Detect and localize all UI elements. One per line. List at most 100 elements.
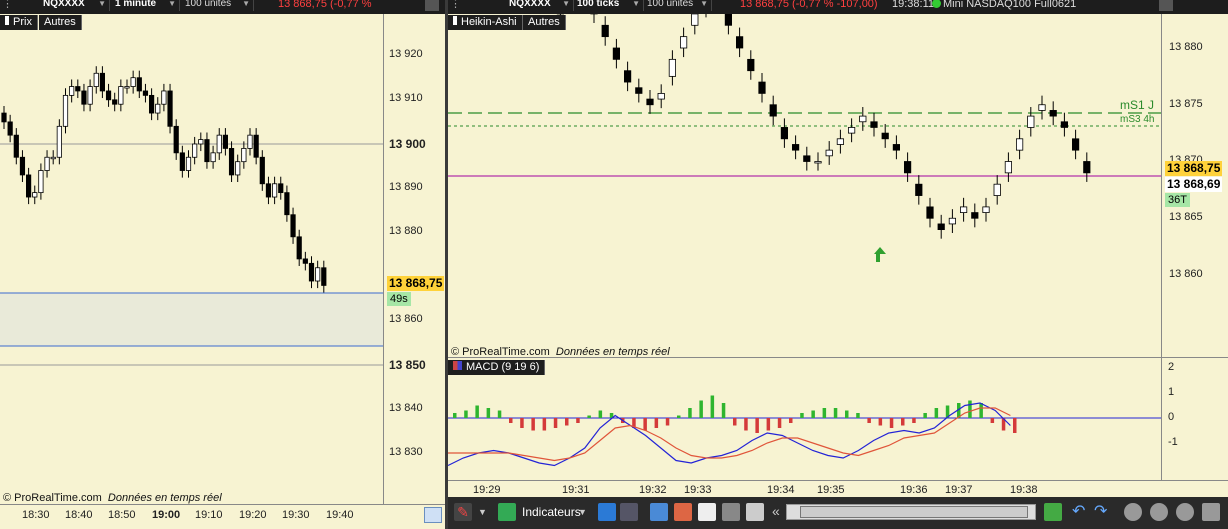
macd-histogram-bar [475,405,479,418]
last-price-tag: 13 868,75 [387,276,445,291]
redo-icon[interactable]: ↷ [1094,503,1112,521]
ha-candle-body [859,115,867,123]
candle-body [87,86,93,105]
chevron-down-icon[interactable]: ▼ [578,503,596,521]
ticks-dropdown[interactable]: 100 ticks ▼ [574,0,644,11]
symbol-dropdown[interactable]: NQXXXX ▼ [40,0,110,11]
window-menu-icon[interactable] [1159,0,1173,11]
macd-tick-label: -1 [1168,436,1178,448]
grid-icon[interactable] [746,503,764,521]
chevron-down-icon: ▼ [632,0,640,8]
realtime-label: Données en temps réel [107,492,222,504]
x-tick-label: 19:35 [817,484,845,496]
macd-histogram-bar [867,418,871,423]
y-tick-label: 13 850 [389,358,426,372]
chevron-down-icon: ▼ [562,0,570,8]
zoom-in-icon[interactable] [1176,503,1194,521]
ha-candle-body [747,58,755,72]
share-icon[interactable] [598,503,616,521]
symbol-dropdown[interactable]: NQXXXX ▼ [506,0,574,11]
macd-histogram-bar [520,418,524,428]
ha-candle-body [758,81,766,94]
macd-tab[interactable]: MACD (9 19 6) [448,360,546,375]
macd-histogram-bar [665,418,670,426]
table-icon[interactable] [674,503,692,521]
macd-panel[interactable] [448,358,1161,480]
tab-autres-right[interactable]: Autres [523,15,566,30]
units-dropdown[interactable]: 100 unités ▼ [182,0,254,11]
macd-histogram-bar [912,418,916,423]
comment-icon[interactable] [650,503,668,521]
pen-tool-icon[interactable]: ✎ [454,503,472,521]
ha-candle-body [1038,104,1046,111]
macd-histogram-bar [542,418,547,431]
x-tick-label: 19:29 [473,484,501,496]
left-chart-area[interactable] [0,14,383,504]
tab-prix[interactable]: Prix [0,15,38,30]
candle-body [235,161,241,176]
macd-histogram-bar [856,413,860,418]
macd-histogram-bar [699,400,703,418]
scroll-thumb[interactable] [800,506,1028,518]
x-tick-label: 18:30 [22,509,50,521]
x-tick-label: 19:10 [195,509,223,521]
candle-body [173,125,179,154]
macd-histogram-bar [654,418,659,428]
ha-candle-body [724,14,733,26]
scroll-left-icon[interactable]: « [772,503,780,519]
ha-candle-body [780,127,789,140]
candle-body [69,86,75,96]
ha-candle-body [791,144,800,151]
list-icon[interactable] [698,503,716,521]
ha-candle-body [657,93,665,100]
ha-candle-body [623,70,632,83]
ha-candle-body [803,155,811,162]
indicators-button[interactable]: Indicateurs [522,505,581,519]
grip-icon[interactable]: ⋮ [2,0,13,11]
ha-candle-body [691,14,699,26]
tab-heikin-ashi[interactable]: Heikin-Ashi [448,15,523,30]
tab-prix-label: Prix [13,16,32,28]
ha-candle-body [993,183,1001,196]
tab-autres[interactable]: Autres [39,15,82,30]
chevron-down-icon: ▼ [700,0,708,8]
reset-view-icon[interactable] [1044,503,1062,521]
left-price-axis[interactable] [383,14,445,504]
candle-body [315,267,321,282]
macd-chart [448,395,1161,467]
ha-candle-body [915,183,923,196]
screenshot-icon[interactable] [722,503,740,521]
macd-histogram-bar [688,408,692,418]
fit-icon[interactable] [1202,503,1220,521]
export-icon[interactable] [424,507,442,523]
layout-icon[interactable] [620,503,638,521]
indicators-icon[interactable] [498,503,516,521]
candle-body [296,236,302,260]
grip-icon[interactable]: ⋮ [450,0,461,11]
y-tick-label: 13 880 [389,225,423,237]
macd-histogram-bar [901,418,905,426]
macd-histogram-bar [531,418,535,431]
ticks-label: 100 ticks [577,0,620,9]
macd-histogram-bar [744,418,748,431]
candle-body [185,156,192,171]
right-chart-area[interactable] [448,14,1161,357]
chevron-down-icon[interactable]: ▼ [478,503,496,521]
macd-histogram-bar [733,418,737,426]
candle-body [228,148,235,176]
macd-histogram-bar [497,410,502,418]
zoom-out-icon[interactable] [1150,503,1168,521]
symbol-label: NQXXXX [509,0,551,9]
timeframe-dropdown[interactable]: 1 minute ▼ [112,0,180,11]
units-dropdown[interactable]: 100 unités ▼ [644,0,712,11]
macd-histogram-bar [755,418,759,433]
macd-histogram-bar [509,418,513,423]
undo-icon[interactable]: ↶ [1072,503,1090,521]
zoom-reset-icon[interactable] [1124,503,1142,521]
right-toolbar: ⋮ NQXXXX ▼ 100 ticks ▼ 100 unités ▼ 13 868,… [448,0,1228,14]
candle-body [241,148,247,163]
ha-candle-body [1004,161,1013,174]
window-menu-icon[interactable] [425,0,439,11]
candle-body [93,72,99,87]
ha-candle-body [814,161,822,164]
